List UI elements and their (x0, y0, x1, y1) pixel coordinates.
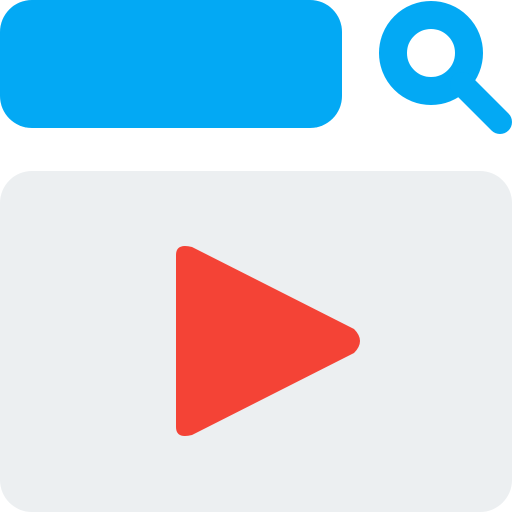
video-search-illustration (0, 0, 512, 512)
play-button[interactable] (168, 243, 364, 439)
search-icon (379, 1, 512, 134)
search-bar[interactable] (0, 0, 342, 128)
search-button[interactable] (378, 0, 512, 134)
play-icon (176, 246, 360, 436)
